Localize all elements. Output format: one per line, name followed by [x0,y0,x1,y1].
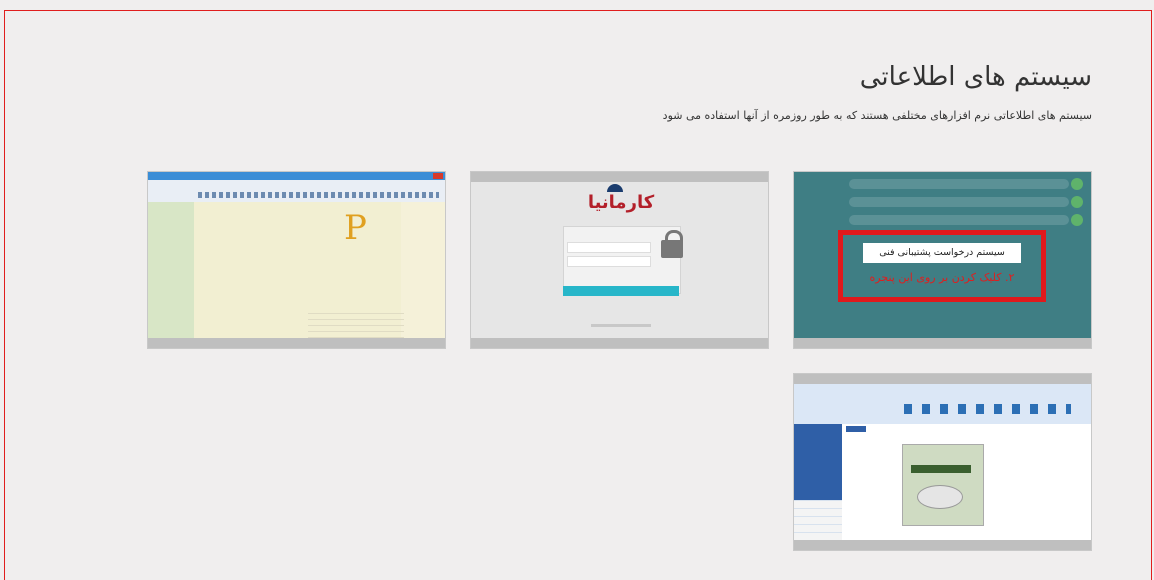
card-legacy-app[interactable]: P [148,172,445,348]
login-footer-text [591,324,651,327]
app-form-grid [308,312,404,338]
list-item [849,215,1069,225]
cd-icon [917,485,963,509]
card-accounting-app[interactable] [794,374,1091,550]
lock-icon [661,240,683,258]
app-logo-icon: P [344,208,367,248]
card-footer-bar [794,338,1091,348]
toolbar-icons [198,192,439,198]
card-karmania-login[interactable]: کارمانیا [471,172,768,348]
support-request-label[interactable]: سیستم درخواست پشتیبانی فنی [863,243,1021,263]
list-item [849,179,1069,189]
card-header-bar [471,172,768,182]
window-titlebar [148,172,445,180]
check-icon [1071,178,1083,190]
username-field [567,242,651,253]
app-toolbar [148,180,445,202]
card-footer-bar [471,338,768,348]
card-support-request[interactable]: سیستم درخواست پشتیبانی فنی ۲. کلیک کردن … [794,172,1091,348]
section-subtitle: سیستم های اطلاعاتی نرم افزارهای مختلفی ه… [662,109,1092,122]
app-tab [846,426,866,432]
toolbar-icons [904,404,1071,414]
section-title: سیستم های اطلاعاتی [859,62,1092,92]
karmania-logo: کارمانیا [587,192,655,213]
card-footer-bar [794,540,1091,550]
check-icon [1071,214,1083,226]
app-splash-image [902,444,984,526]
card-footer-bar [148,338,445,348]
app-menu-panel [401,202,445,338]
sidebar-list [794,500,842,540]
card-header-bar [794,374,1091,384]
splash-brand [911,465,971,473]
list-item [849,197,1069,207]
click-instruction: ۲. کلیک کردن بر روی این پنجره [869,271,1015,284]
close-icon [433,173,443,179]
app-sidebar [148,202,194,338]
highlight-box[interactable]: سیستم درخواست پشتیبانی فنی ۲. کلیک کردن … [838,230,1046,302]
app-sidebar [794,424,842,540]
login-button [563,286,679,296]
check-icon [1071,196,1083,208]
password-field [567,256,651,267]
